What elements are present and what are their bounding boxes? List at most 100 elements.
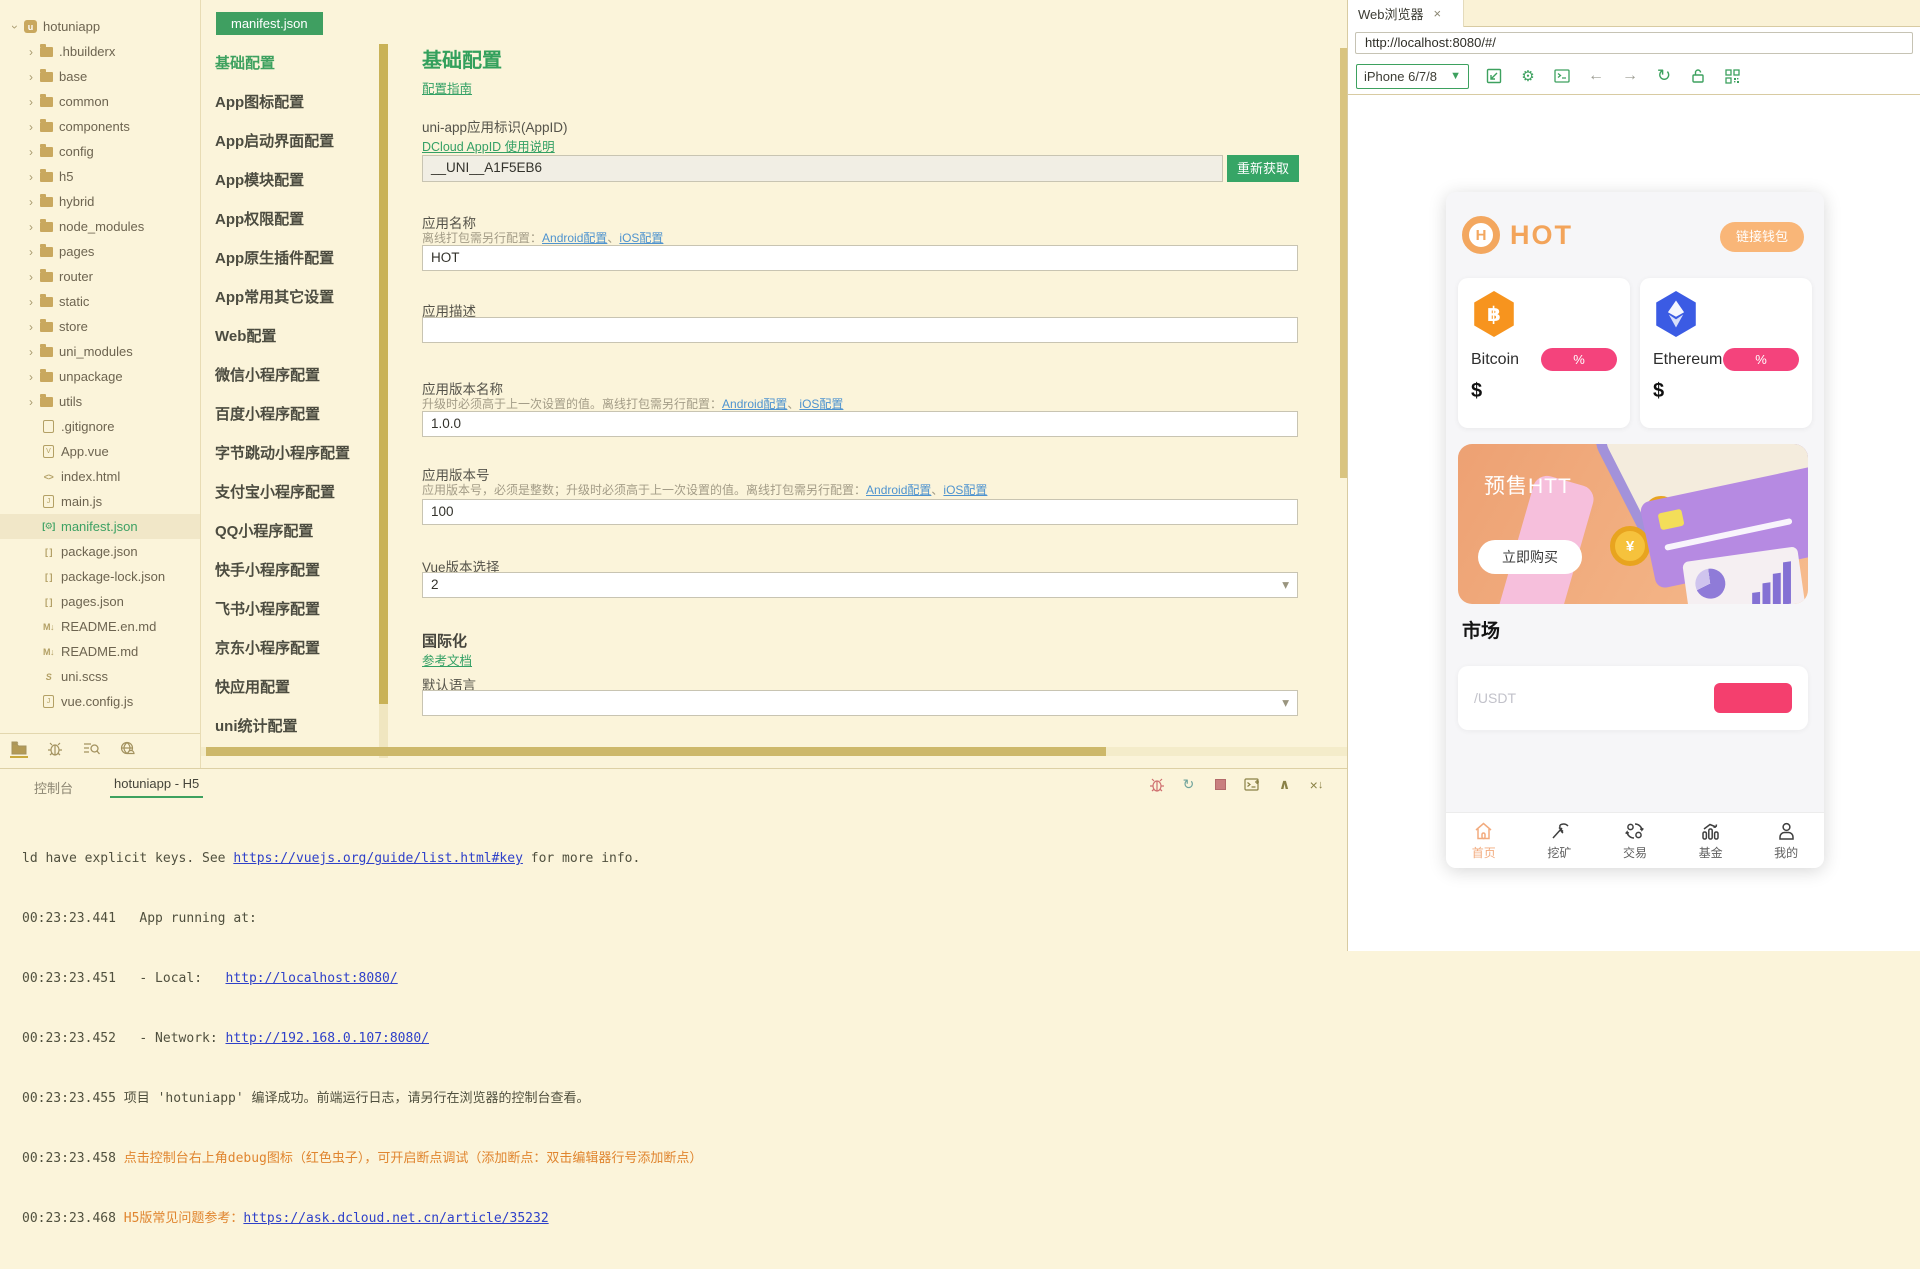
presale-banner[interactable]: ¥ ¥ ¥ 预售HTT 立即购买 [1458,444,1808,604]
tree-folder[interactable]: node_modules [0,214,200,239]
menu-item-app-native-plugins[interactable]: App原生插件配置 [215,239,373,278]
browser-panel-icon[interactable] [118,740,136,758]
tree-file[interactable]: [ ]package.json [0,539,200,564]
close-icon[interactable]: × [1434,6,1442,21]
tree-folder[interactable]: base [0,64,200,89]
menu-item-jd-mp[interactable]: 京东小程序配置 [215,629,373,668]
tree-file[interactable]: <>index.html [0,464,200,489]
stop-icon[interactable] [1212,776,1229,793]
url-input[interactable]: http://localhost:8080/#/ [1355,32,1913,54]
menu-scrollbar-thumb[interactable] [379,44,388,704]
ios-config-link[interactable]: iOS配置 [799,397,843,411]
log-link[interactable]: http://192.168.0.107:8080/ [226,1031,430,1046]
menu-item-kuaishou-mp[interactable]: 快手小程序配置 [215,551,373,590]
tree-folder[interactable]: .hbuilderx [0,39,200,64]
tree-file[interactable]: VApp.vue [0,439,200,464]
version-name-input[interactable]: 1.0.0 [422,411,1298,437]
editor-vscroll-thumb[interactable] [1340,48,1347,478]
menu-item-weixin-mp[interactable]: 微信小程序配置 [215,356,373,395]
tree-folder[interactable]: config [0,139,200,164]
back-icon[interactable]: ← [1587,67,1605,85]
menu-item-bytedance-mp[interactable]: 字节跳动小程序配置 [215,434,373,473]
appid-input[interactable]: __UNI__A1F5EB6 [422,155,1223,182]
tree-file-manifest[interactable]: [⚙]manifest.json [0,514,200,539]
menu-item-app-launch[interactable]: App启动界面配置 [215,122,373,161]
settings-gear-icon[interactable]: ⚙ [1519,67,1537,85]
tree-folder[interactable]: static [0,289,200,314]
files-panel-icon[interactable] [10,740,28,758]
tree-folder[interactable]: hybrid [0,189,200,214]
debug-panel-icon[interactable] [46,740,64,758]
tree-file[interactable]: M↓README.en.md [0,614,200,639]
tree-file[interactable]: Jmain.js [0,489,200,514]
editor-horizontal-scrollbar[interactable] [201,747,1347,756]
tree-folder[interactable]: utils [0,389,200,414]
buy-now-button[interactable]: 立即购买 [1478,540,1582,574]
tree-file[interactable]: M↓README.md [0,639,200,664]
restart-icon[interactable]: ↻ [1180,776,1197,793]
tree-folder[interactable]: components [0,114,200,139]
editor-hscroll-thumb[interactable] [206,747,1106,756]
i18n-doc-link[interactable]: 参考文档 [422,654,472,668]
version-code-input[interactable]: 100 [422,499,1298,525]
menu-item-alipay-mp[interactable]: 支付宝小程序配置 [215,473,373,512]
appname-input[interactable]: HOT [422,245,1298,271]
android-config-link[interactable]: Android配置 [866,483,931,497]
menu-item-app-permissions[interactable]: App权限配置 [215,200,373,239]
dcloud-appid-doc-link[interactable]: DCloud AppID 使用说明 [422,140,555,154]
default-lang-select[interactable] [422,690,1298,716]
menu-item-uni-statistics[interactable]: uni统计配置 [215,707,373,746]
tree-file[interactable]: [ ]package-lock.json [0,564,200,589]
ios-config-link[interactable]: iOS配置 [619,231,663,245]
tab-home[interactable]: 首页 [1446,813,1522,868]
tab-mining[interactable]: 挖矿 [1522,813,1598,868]
menu-item-app-other[interactable]: App常用其它设置 [215,278,373,317]
editor-vertical-scrollbar[interactable] [1340,48,1347,748]
tree-folder[interactable]: common [0,89,200,114]
ethereum-card[interactable]: Ethereum % $ [1640,278,1812,428]
console-tab-hotuniapp-h5[interactable]: hotuniapp - H5 [110,776,203,798]
collapse-panel-icon[interactable]: ∧ [1276,776,1293,793]
unlock-icon[interactable] [1689,67,1707,85]
tab-trade[interactable]: 交易 [1597,813,1673,868]
tab-fund[interactable]: 基金 [1673,813,1749,868]
new-terminal-icon[interactable] [1244,776,1261,793]
menu-item-base-config[interactable]: 基础配置 [215,44,373,83]
search-panel-icon[interactable] [82,740,100,758]
ios-config-link[interactable]: iOS配置 [943,483,987,497]
terminal-icon[interactable] [1553,67,1571,85]
menu-item-baidu-mp[interactable]: 百度小程序配置 [215,395,373,434]
log-link[interactable]: https://ask.dcloud.net.cn/article/35232 [243,1211,548,1226]
config-guide-link[interactable]: 配置指南 [422,82,472,96]
open-in-new-window-icon[interactable] [1485,67,1503,85]
browser-tab-web[interactable]: Web浏览器 × [1348,0,1464,27]
clear-console-icon[interactable]: ×↓ [1308,776,1325,793]
menu-scrollbar[interactable] [379,44,388,758]
tree-folder[interactable]: h5 [0,164,200,189]
market-action-button[interactable] [1714,683,1792,713]
menu-item-web-config[interactable]: Web配置 [215,317,373,356]
android-config-link[interactable]: Android配置 [542,231,607,245]
tree-file[interactable]: [ ]pages.json [0,589,200,614]
tree-file[interactable]: Suni.scss [0,664,200,689]
connect-wallet-button[interactable]: 链接钱包 [1720,222,1804,252]
tree-root-hotuniapp[interactable]: u hotuniapp [0,14,200,39]
tree-folder[interactable]: pages [0,239,200,264]
device-select[interactable]: iPhone 6/7/8 ▼ [1356,64,1469,89]
menu-item-app-modules[interactable]: App模块配置 [215,161,373,200]
refresh-icon[interactable]: ↻ [1655,67,1673,85]
menu-item-qq-mp[interactable]: QQ小程序配置 [215,512,373,551]
tree-file[interactable]: Jvue.config.js [0,689,200,714]
tree-file[interactable]: .gitignore [0,414,200,439]
log-link[interactable]: https://vuejs.org/guide/list.html#key [233,851,523,866]
tab-mine[interactable]: 我的 [1748,813,1824,868]
qrcode-icon[interactable] [1723,67,1741,85]
market-row[interactable]: /USDT [1458,666,1808,730]
debug-bug-icon[interactable] [1148,776,1165,793]
tree-folder[interactable]: uni_modules [0,339,200,364]
description-input[interactable] [422,317,1298,343]
menu-item-feishu-mp[interactable]: 飞书小程序配置 [215,590,373,629]
log-link[interactable]: http://localhost:8080/ [226,971,398,986]
android-config-link[interactable]: Android配置 [722,397,787,411]
forward-icon[interactable]: → [1621,67,1639,85]
